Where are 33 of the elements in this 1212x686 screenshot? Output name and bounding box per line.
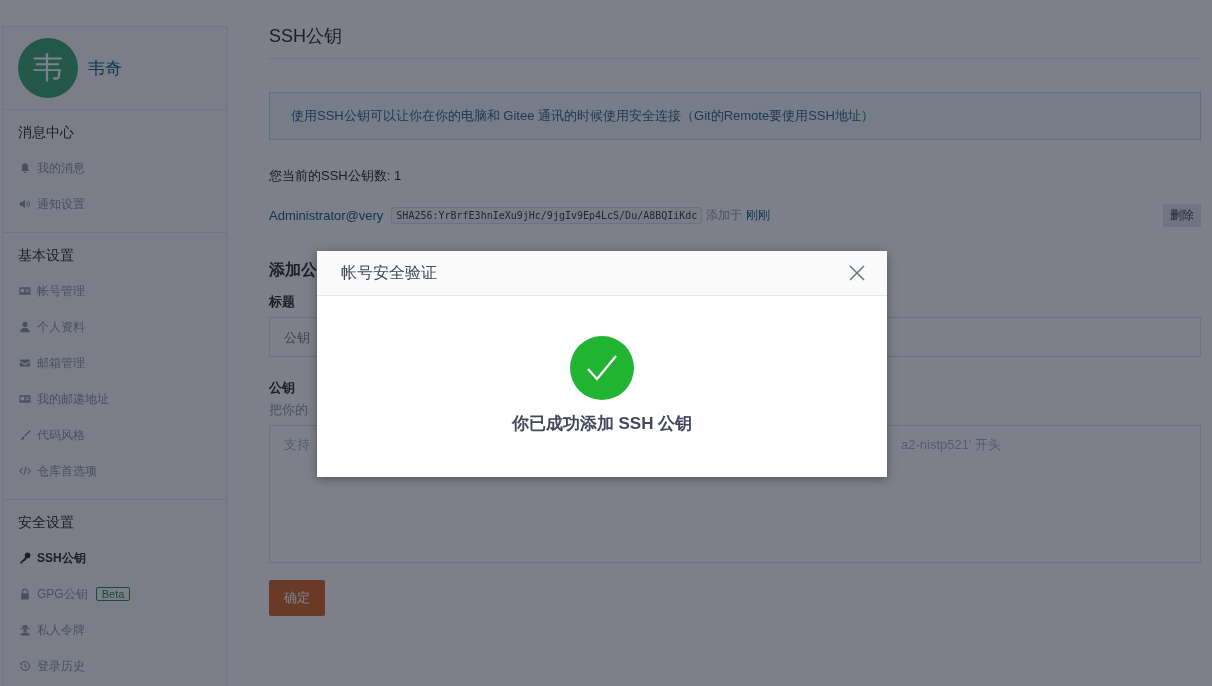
avatar[interactable]: 韦 <box>18 38 78 98</box>
card-icon <box>19 285 31 297</box>
card-icon <box>19 393 31 405</box>
lock-icon <box>19 588 31 600</box>
bell-icon <box>19 162 31 174</box>
success-check-icon <box>570 336 634 400</box>
menu-group-title: 基本设置 <box>17 246 75 265</box>
submit-button[interactable]: 确定 <box>269 580 325 616</box>
beta-badge: Beta <box>95 587 131 601</box>
section-heading: 添加公 <box>269 260 317 280</box>
speaker-icon <box>19 198 31 210</box>
menu-group-title: 消息中心 <box>17 123 75 142</box>
agent-icon <box>19 624 31 636</box>
close-icon[interactable] <box>848 264 866 282</box>
key-name: Administrator@very <box>269 208 384 223</box>
history-icon <box>19 660 31 672</box>
user-icon <box>19 321 31 333</box>
delete-button[interactable]: 删除 <box>1163 204 1201 227</box>
code-icon <box>19 465 31 477</box>
info-message: 使用SSH公钥可以让你在你的电脑和 Gitee 通讯的时候使用安全连接（Git的Remote要使用SSH地址） <box>269 92 1201 140</box>
key-label: 公钥 <box>269 379 295 397</box>
user-name-link[interactable]: 韦奇 <box>88 56 122 80</box>
dialog-title: 帐号安全验证 <box>341 262 437 283</box>
title-label: 标题 <box>269 293 295 311</box>
menu-group-title: 安全设置 <box>17 513 75 532</box>
added-time: 刚刚 <box>746 207 771 224</box>
brush-icon <box>19 429 31 441</box>
key-fingerprint: SHA256:YrBrfE3hnIeXu9jHc/9jgIv9Ep4LcS/Du/A8BQIiKdc <box>391 207 703 224</box>
sidebar-item[interactable]: SSH公钥 <box>37 549 86 567</box>
page-title: SSH公钥 <box>269 24 1201 59</box>
key-icon <box>19 552 31 564</box>
key-count-text: 您当前的SSH公钥数: 1 <box>269 167 402 185</box>
mail-icon <box>19 357 31 369</box>
